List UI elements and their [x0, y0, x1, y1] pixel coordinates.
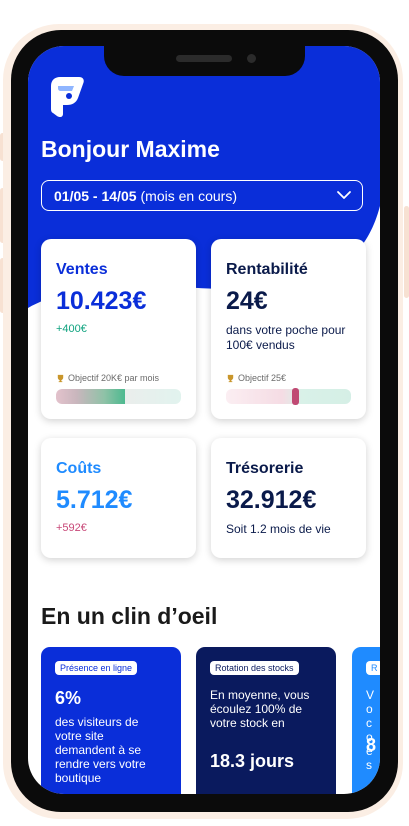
stock-rotation-tag: Rotation des stocks	[210, 661, 299, 675]
camera	[247, 54, 256, 63]
profitability-value: 24€	[226, 287, 268, 315]
trophy-icon	[227, 374, 234, 382]
third-insight-card[interactable]: R Vo co es 8	[352, 647, 380, 794]
sales-progress-bar	[56, 389, 181, 404]
sales-objective: Objectif 20K€ par mois	[56, 373, 159, 383]
trophy-icon	[57, 374, 64, 382]
costs-title: Coûts	[56, 460, 102, 477]
sales-value: 10.423€	[56, 287, 147, 315]
profitability-marker	[292, 388, 299, 405]
device-notch	[104, 46, 305, 76]
greeting-heading: Bonjour Maxime	[41, 136, 220, 162]
app-logo-icon	[51, 77, 84, 118]
profitability-card[interactable]: Rentabilité 24€ dans votre poche pour 10…	[211, 239, 366, 419]
treasury-title: Trésorerie	[226, 460, 304, 477]
profitability-objective: Objectif 25€	[226, 373, 286, 383]
stock-rotation-value: 18.3 jours	[210, 751, 295, 771]
costs-delta: +592€	[56, 522, 87, 534]
treasury-subtitle: Soit 1.2 mois de vie	[226, 522, 331, 536]
profitability-progress-bar	[226, 389, 351, 404]
device-side-button	[404, 206, 409, 298]
sales-progress-fill	[56, 389, 125, 404]
sales-delta: +400€	[56, 323, 87, 335]
treasury-card[interactable]: Trésorerie 32.912€ Soit 1.2 mois de vie	[211, 438, 366, 558]
third-insight-tag: R	[366, 661, 380, 675]
sales-objective-label: Objectif 20K€ par mois	[68, 373, 160, 383]
third-insight-value: 8	[366, 735, 377, 755]
profitability-title: Rentabilité	[226, 261, 308, 278]
app-screen: Bonjour Maxime 01/05 - 14/05 (mois en co…	[28, 46, 380, 794]
date-range-note: (mois en cours)	[140, 187, 237, 204]
online-presence-text: des visiteurs de votre site demandent à …	[55, 715, 146, 785]
profitability-objective-label: Objectif 25€	[238, 373, 287, 383]
treasury-value: 32.912€	[226, 486, 317, 514]
profitability-subtitle: dans votre poche pour 100€ vendus	[226, 323, 346, 352]
speaker	[176, 55, 232, 62]
sales-card[interactable]: Ventes 10.423€ +400€ Objectif 20K€ par m…	[41, 239, 196, 419]
costs-value: 5.712€	[56, 486, 133, 514]
costs-card[interactable]: Coûts 5.712€ +592€	[41, 438, 196, 558]
online-presence-card[interactable]: Présence en ligne 6% des visiteurs de vo…	[41, 647, 181, 794]
online-presence-value: 6%	[55, 688, 82, 708]
date-range-value: 01/05 - 14/05	[54, 187, 137, 204]
date-range-select[interactable]: 01/05 - 14/05 (mois en cours)	[41, 180, 363, 211]
online-presence-tag: Présence en ligne	[55, 661, 138, 675]
chevron-down-icon	[337, 191, 351, 199]
glance-section-title: En un clin d’oeil	[41, 603, 218, 629]
stock-rotation-card[interactable]: Rotation des stocks En moyenne, vous éco…	[196, 647, 336, 794]
sales-title: Ventes	[56, 261, 108, 278]
stock-rotation-text: En moyenne, vous écoulez 100% de votre s…	[210, 688, 310, 730]
third-insight-text: Vo co es	[366, 688, 375, 772]
